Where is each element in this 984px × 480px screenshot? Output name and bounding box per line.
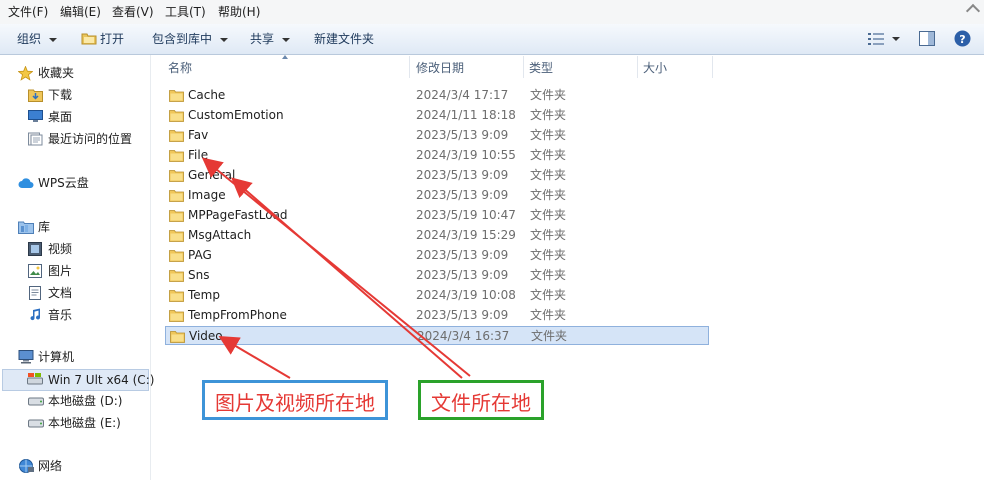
annotation-media-location: 图片及视频所在地: [202, 380, 388, 420]
arrow-to-file: [201, 157, 471, 377]
arrow-to-general: [230, 177, 463, 379]
annotation-file-location: 文件所在地: [418, 380, 544, 420]
arrow-to-video: [218, 335, 291, 379]
